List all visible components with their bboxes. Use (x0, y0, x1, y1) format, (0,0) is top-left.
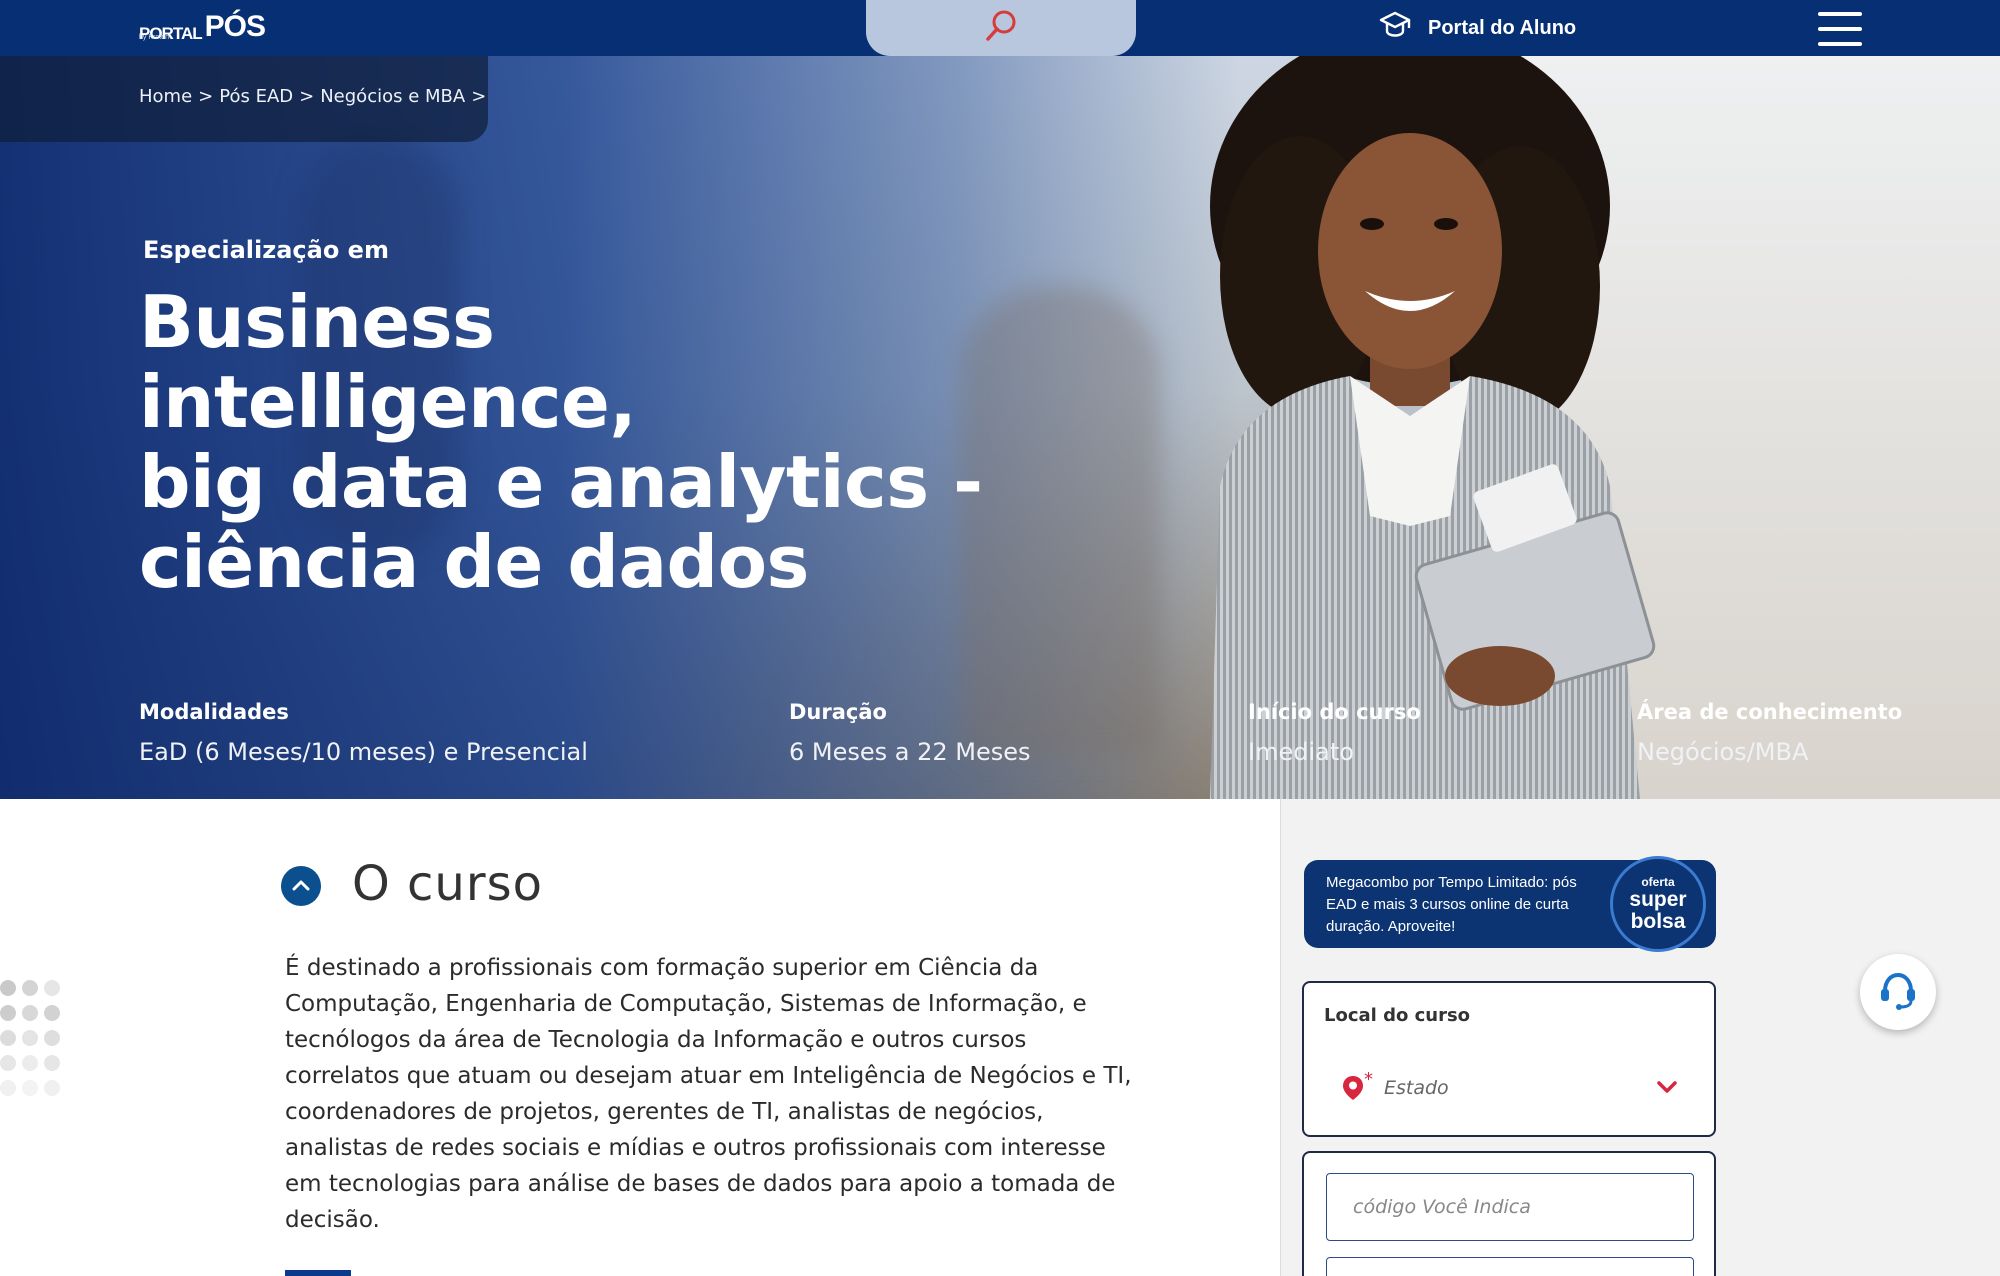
promo-text: Megacombo por Tempo Limitado: pós EAD e … (1326, 874, 1577, 935)
headset-chat-icon (1875, 967, 1921, 1017)
breadcrumb-pos-ead[interactable]: Pós EAD (219, 86, 293, 107)
breadcrumb-separator: > (299, 86, 315, 107)
promo-banner[interactable]: Megacombo por Tempo Limitado: pós EAD e … (1304, 856, 1716, 952)
second-input-field[interactable] (1326, 1257, 1694, 1276)
fact-area: Área de conhecimento Negócios/MBA (1637, 700, 1902, 766)
breadcrumb: Home > Pós EAD > Negócios e MBA > (139, 86, 486, 107)
local-do-curso-card: Local do curso * Estado (1302, 981, 1716, 1137)
logo-sub-text: by Kroton (139, 34, 169, 41)
required-mark: * (1364, 1069, 1373, 1090)
hamburger-menu-icon[interactable] (1818, 12, 1862, 46)
section-title-o-curso: O curso (352, 856, 543, 912)
fact-modalidades: Modalidades EaD (6 Meses/10 meses) e Pre… (139, 700, 588, 766)
search-icon (983, 8, 1019, 48)
fact-value: Negócios/MBA (1637, 738, 1809, 766)
fact-label: Início do curso (1248, 700, 1421, 724)
breadcrumb-separator: > (198, 86, 214, 107)
badge-line: bolsa (1630, 910, 1686, 933)
title-line: big data e analytics - (139, 440, 983, 524)
section-collapse-button[interactable] (281, 866, 321, 906)
top-navbar: PORTAL PÓS by Kroton Portal do Aluno (0, 0, 2000, 56)
fact-label: Duração (789, 700, 887, 724)
voce-indica-card (1302, 1151, 1716, 1276)
estado-select[interactable]: Estado (1384, 1077, 1449, 1099)
graduation-cap-icon (1378, 9, 1412, 47)
hero-eyebrow: Especialização em (143, 236, 389, 264)
super-bolsa-badge: oferta super bolsa (1610, 856, 1706, 952)
breadcrumb-home[interactable]: Home (139, 86, 192, 107)
breadcrumb-separator: > (471, 86, 487, 107)
title-line: ciência de dados (139, 520, 809, 604)
fact-value: Imediato (1248, 738, 1354, 766)
page-title: Business intelligence, big data e analyt… (139, 282, 999, 602)
section-divider (285, 1270, 351, 1276)
portal-do-aluno-link[interactable]: Portal do Aluno (1378, 10, 1576, 46)
decorative-dots (0, 980, 64, 1100)
course-description: É destinado a profissionais com formação… (285, 955, 1132, 1233)
fact-duracao: Duração 6 Meses a 22 Meses (789, 700, 1031, 766)
chat-support-button[interactable] (1860, 954, 1936, 1030)
search-button[interactable] (866, 0, 1136, 56)
portal-do-aluno-label: Portal do Aluno (1428, 16, 1577, 39)
woman-with-tablet-photo (1210, 56, 1656, 799)
fact-value: EaD (6 Meses/10 meses) e Presencial (139, 738, 588, 766)
badge-line: super (1629, 888, 1687, 911)
logo-pos-text: PÓS (204, 10, 266, 43)
fact-value: 6 Meses a 22 Meses (789, 738, 1031, 766)
hero-banner: Home > Pós EAD > Negócios e MBA > Especi… (0, 56, 2000, 799)
breadcrumb-negocios-mba[interactable]: Negócios e MBA (320, 86, 465, 107)
fact-label: Modalidades (139, 700, 289, 724)
fact-label: Área de conhecimento (1637, 700, 1903, 724)
portal-pos-logo[interactable]: PORTAL PÓS by Kroton (139, 10, 266, 43)
voce-indica-code-input[interactable] (1326, 1173, 1694, 1241)
chevron-up-icon (291, 877, 311, 896)
badge-line: oferta (1641, 875, 1675, 889)
title-line: Business intelligence, (139, 280, 637, 444)
fact-inicio: Início do curso Imediato (1248, 700, 1421, 766)
local-do-curso-label: Local do curso (1324, 1005, 1471, 1026)
map-pin-icon (1342, 1075, 1364, 1105)
chevron-down-icon[interactable] (1656, 1079, 1678, 1099)
